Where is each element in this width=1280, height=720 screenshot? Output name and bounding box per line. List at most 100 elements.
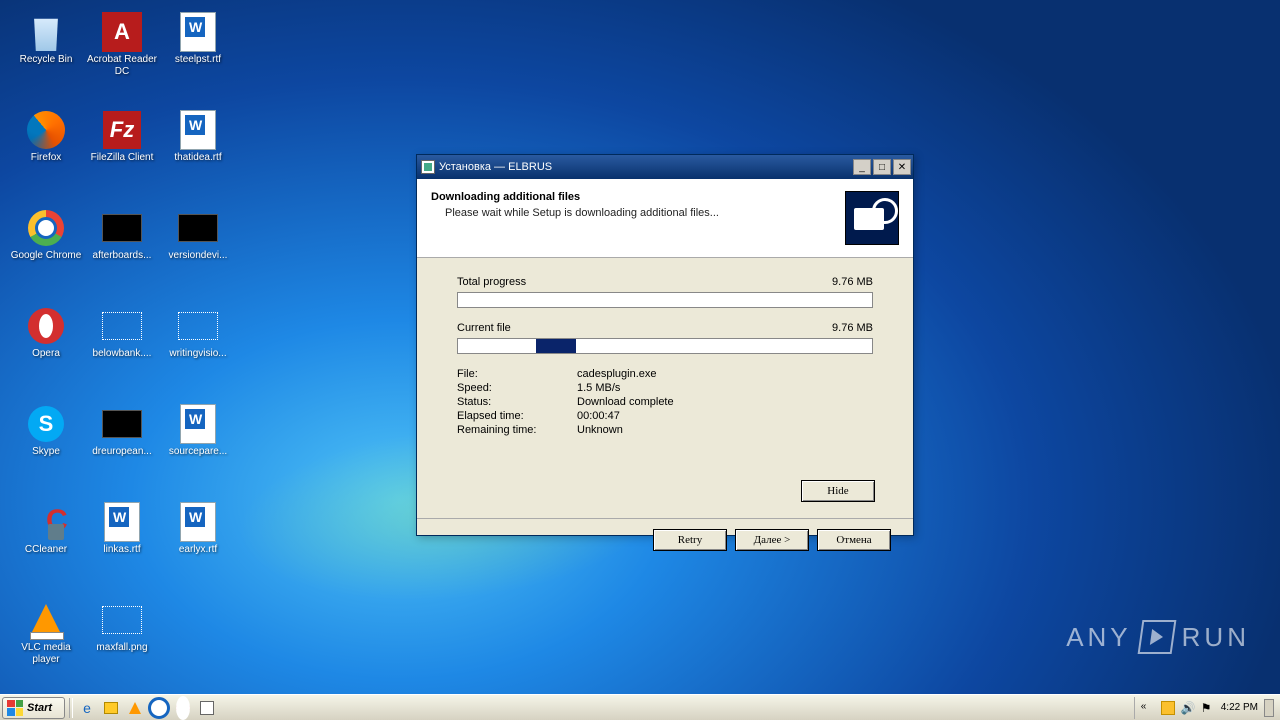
setup-disk-icon	[845, 191, 899, 245]
desktop-icon-label: Google Chrome	[11, 250, 82, 262]
desktop-icon[interactable]: afterboards...	[84, 204, 160, 280]
skype-icon: S	[26, 404, 66, 444]
total-progress-bar	[457, 292, 873, 308]
watermark-brand-2: RUN	[1182, 622, 1250, 653]
chrome-icon	[26, 208, 66, 248]
empty-icon	[102, 600, 142, 640]
desktop-icon[interactable]: S Skype	[8, 400, 84, 476]
doc-icon	[178, 110, 218, 150]
desktop-icon[interactable]: CCleaner	[8, 498, 84, 574]
desktop-icon-label: belowbank....	[93, 348, 152, 360]
desktop-icon[interactable]: steelpst.rtf	[160, 8, 236, 84]
remaining-value: Unknown	[577, 424, 623, 436]
desktop-icon[interactable]: dreuropean...	[84, 400, 160, 476]
desktop-icon[interactable]: thatidea.rtf	[160, 106, 236, 182]
installer-subheading: Please wait while Setup is downloading a…	[445, 207, 845, 219]
start-button-label: Start	[27, 702, 52, 714]
speed-value: 1.5 MB/s	[577, 382, 620, 394]
desktop-icon[interactable]: VLC media player	[8, 596, 84, 672]
desktop-icon[interactable]: Recycle Bin	[8, 8, 84, 84]
desktop-icon-label: earlyx.rtf	[179, 544, 217, 556]
tray-show-desktop[interactable]	[1264, 699, 1274, 717]
doc-icon	[102, 502, 142, 542]
tray-chevron-icon[interactable]: «	[1141, 701, 1155, 715]
desktop-icons: Recycle Bin AAcrobat Reader DC steelpst.rt…	[8, 8, 236, 694]
desktop-icon[interactable]: maxfall.png	[84, 596, 160, 672]
black-icon	[102, 208, 142, 248]
desktop-icon[interactable]: AAcrobat Reader DC	[84, 8, 160, 84]
tray-volume-icon[interactable]: 🔊	[1181, 701, 1195, 715]
desktop-icon[interactable]: Opera	[8, 302, 84, 378]
desktop-icon-label: Recycle Bin	[20, 54, 73, 66]
desktop-icon-label: VLC media player	[10, 642, 82, 666]
quicklaunch-installer-icon[interactable]	[197, 698, 217, 718]
cancel-button[interactable]: Отмена	[817, 529, 891, 551]
ccleaner-icon	[26, 502, 66, 542]
total-progress-label: Total progress	[457, 276, 526, 288]
current-file-label: Current file	[457, 322, 511, 334]
remaining-key: Remaining time:	[457, 424, 577, 436]
desktop-icon[interactable]: belowbank....	[84, 302, 160, 378]
installer-header: Downloading additional files Please wait…	[417, 179, 913, 258]
installer-footer: Retry Далее > Отмена	[417, 518, 913, 562]
close-button[interactable]: ✕	[893, 159, 911, 175]
desktop-icon-label: dreuropean...	[92, 446, 152, 458]
desktop-icon[interactable]: earlyx.rtf	[160, 498, 236, 574]
file-value: cadesplugin.exe	[577, 368, 657, 380]
doc-icon	[178, 502, 218, 542]
window-title: Установка — ELBRUS	[439, 161, 552, 173]
filezilla-icon: Fz	[102, 110, 142, 150]
installer-window: Установка — ELBRUS _ □ ✕ Downloading add…	[416, 154, 914, 536]
next-button[interactable]: Далее >	[735, 529, 809, 551]
desktop-icon-label: maxfall.png	[96, 642, 147, 654]
installer-body: Total progress 9.76 MB Current file 9.76…	[417, 258, 913, 518]
hide-button[interactable]: Hide	[801, 480, 875, 502]
tray-flag-icon[interactable]: ⚑	[1201, 701, 1215, 715]
start-button[interactable]: Start	[2, 697, 65, 719]
black-icon	[102, 404, 142, 444]
quicklaunch-separator	[69, 698, 73, 718]
desktop-icon[interactable]: sourcepare...	[160, 400, 236, 476]
maximize-button[interactable]: □	[873, 159, 891, 175]
current-file-bar	[457, 338, 873, 354]
desktop-icon-label: versiondevi...	[169, 250, 228, 262]
speed-key: Speed:	[457, 382, 577, 394]
quicklaunch-ie-icon[interactable]: e	[77, 698, 97, 718]
retry-button[interactable]: Retry	[653, 529, 727, 551]
watermark: ANY RUN	[1066, 620, 1250, 654]
bin-icon	[26, 12, 66, 52]
firefox-icon	[26, 110, 66, 150]
quicklaunch-explorer-icon[interactable]	[101, 698, 121, 718]
quicklaunch-opera-icon[interactable]	[173, 698, 193, 718]
desktop-icon[interactable]: Firefox	[8, 106, 84, 182]
windows-flag-icon	[7, 700, 23, 716]
desktop-icon-label: Opera	[32, 348, 60, 360]
desktop-icon-label: steelpst.rtf	[175, 54, 221, 66]
taskbar-clock[interactable]: 4:22 PM	[1221, 702, 1258, 713]
desktop-icon-label: thatidea.rtf	[174, 152, 221, 164]
adobe-icon: A	[102, 12, 142, 52]
desktop-icon[interactable]: writingvisio...	[160, 302, 236, 378]
desktop-icon-label: Firefox	[31, 152, 62, 164]
titlebar[interactable]: Установка — ELBRUS _ □ ✕	[417, 155, 913, 179]
quicklaunch-chrome-icon[interactable]	[149, 698, 169, 718]
desktop-icon[interactable]: FzFileZilla Client	[84, 106, 160, 182]
desktop-icon[interactable]: linkas.rtf	[84, 498, 160, 574]
minimize-button[interactable]: _	[853, 159, 871, 175]
installer-icon	[421, 160, 435, 174]
desktop-icon-label: writingvisio...	[169, 348, 226, 360]
doc-icon	[178, 12, 218, 52]
status-key: Status:	[457, 396, 577, 408]
elapsed-key: Elapsed time:	[457, 410, 577, 422]
desktop-icon-label: afterboards...	[93, 250, 152, 262]
desktop-icon[interactable]: Google Chrome	[8, 204, 84, 280]
desktop-icon[interactable]: versiondevi...	[160, 204, 236, 280]
desktop-icon-label: Skype	[32, 446, 60, 458]
quicklaunch-vlc-icon[interactable]	[125, 698, 145, 718]
tray-shield-icon[interactable]	[1161, 701, 1175, 715]
opera-icon	[26, 306, 66, 346]
desktop-icon-label: CCleaner	[25, 544, 67, 556]
elapsed-value: 00:00:47	[577, 410, 620, 422]
total-progress-value: 9.76 MB	[832, 276, 873, 288]
watermark-brand-1: ANY	[1066, 622, 1131, 653]
